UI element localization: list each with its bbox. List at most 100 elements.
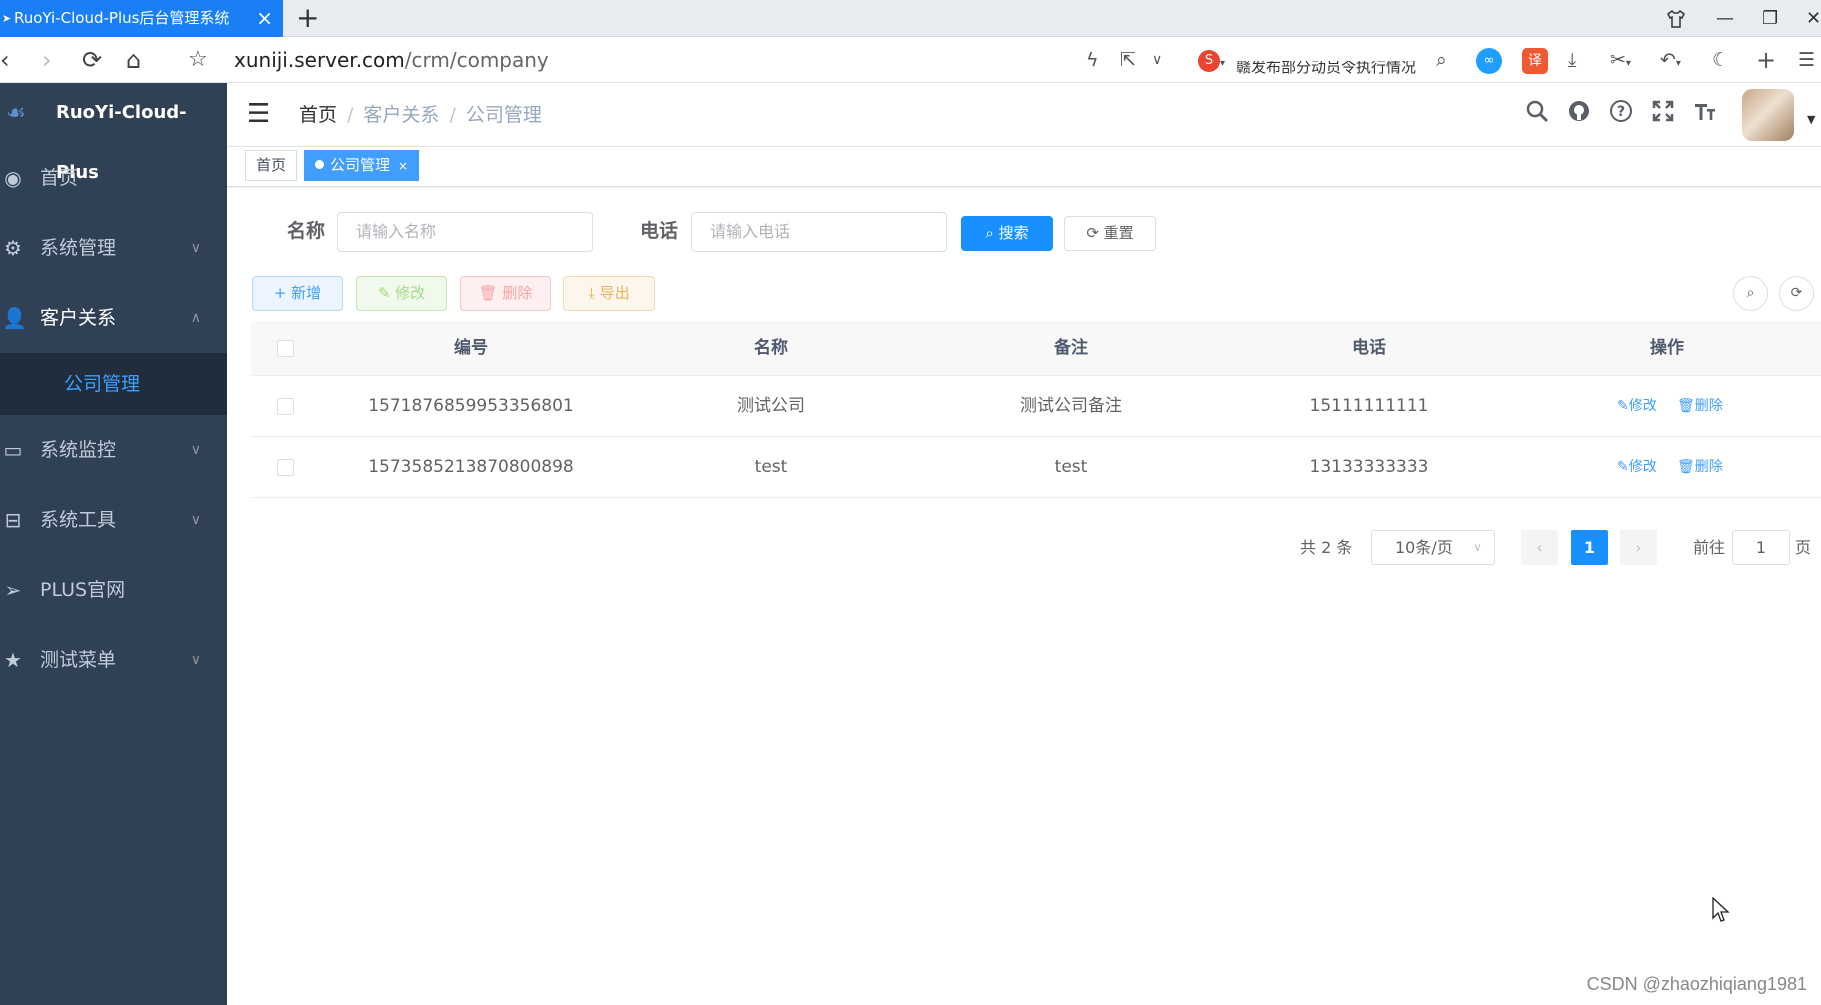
- download-icon[interactable]: ⤓: [1568, 37, 1576, 83]
- fullscreen-icon[interactable]: [1651, 99, 1675, 131]
- trash-icon: 🗑: [1677, 398, 1695, 414]
- question-icon[interactable]: ?: [1609, 99, 1633, 131]
- prev-page-button[interactable]: ‹: [1521, 530, 1558, 565]
- page-number-current[interactable]: 1: [1571, 530, 1608, 565]
- edit-button[interactable]: ✎ 修改: [356, 276, 447, 311]
- row-edit-link[interactable]: ✎修改: [1617, 437, 1657, 498]
- goto-page-input[interactable]: 1: [1732, 530, 1790, 565]
- browser-address-bar: ‹ › ⟳ ⌂ ☆ xuniji.server.com/crm/company …: [0, 37, 1821, 83]
- add-icon[interactable]: +: [1756, 37, 1776, 83]
- font-size-icon[interactable]: [1693, 99, 1717, 131]
- forward-icon[interactable]: ›: [42, 37, 52, 83]
- tags-view: 首页 公司管理 ×: [227, 147, 1821, 187]
- bookmark-star-icon[interactable]: ☆: [188, 37, 208, 83]
- caret-down-icon[interactable]: ▼: [1807, 113, 1815, 126]
- export-button[interactable]: ⤓ 导出: [563, 276, 655, 311]
- github-icon[interactable]: [1567, 99, 1591, 131]
- new-tab-button[interactable]: +: [296, 2, 319, 34]
- cell-id: 1573585213870800898: [368, 457, 574, 477]
- sidebar-item-plus[interactable]: ➢ PLUS官网: [0, 555, 227, 625]
- row-delete-link[interactable]: 🗑删除: [1677, 437, 1723, 498]
- goto-label: 前往: [1693, 538, 1726, 557]
- table-row[interactable]: 1573585213870800898 test test 1313333333…: [251, 437, 1821, 498]
- sidebar-item-monitor[interactable]: ▭ 系统监控 ∨: [0, 415, 227, 485]
- tab-close-icon[interactable]: ×: [256, 0, 273, 37]
- url-field[interactable]: xuniji.server.com/crm/company: [234, 37, 549, 83]
- row-edit-label: 修改: [1628, 459, 1657, 475]
- toolbox-icon: ⊟: [4, 508, 22, 532]
- breadcrumb-item: 公司管理: [465, 104, 542, 126]
- undo-icon[interactable]: ↶▾: [1660, 37, 1681, 83]
- row-delete-link[interactable]: 🗑删除: [1677, 376, 1723, 437]
- page-size-select[interactable]: 10条/页 ∨: [1371, 530, 1495, 565]
- pagination-total: 共 2 条: [1300, 538, 1353, 557]
- tag-home[interactable]: 首页: [245, 150, 298, 181]
- breadcrumb-item[interactable]: 首页: [299, 104, 337, 126]
- scissors-icon[interactable]: ✂▾: [1610, 37, 1631, 83]
- sidebar-item-label: 客户关系: [40, 307, 117, 329]
- row-checkbox[interactable]: [277, 459, 294, 476]
- back-icon[interactable]: ‹: [0, 37, 10, 83]
- shirt-skin-icon[interactable]: [1666, 0, 1686, 37]
- add-button[interactable]: + 新增: [252, 276, 343, 311]
- toggle-search-button[interactable]: ⌕: [1733, 276, 1768, 311]
- home-icon[interactable]: ⌂: [126, 37, 141, 83]
- refresh-icon: ⟳: [1086, 224, 1099, 242]
- sidebar-logo[interactable]: ☙ RuoYi-Cloud-Plus: [0, 83, 227, 183]
- breadcrumb-item: 客户关系: [363, 104, 440, 126]
- extension-infinity-icon[interactable]: ∞: [1476, 37, 1502, 83]
- sogou-search-icon[interactable]: S ▾: [1198, 37, 1225, 83]
- search-button[interactable]: ⌕ 搜索: [961, 216, 1053, 251]
- table-row[interactable]: 1571876859953356801 测试公司 测试公司备注 15111111…: [251, 376, 1821, 437]
- menu-icon[interactable]: ☰: [1798, 37, 1815, 83]
- sidebar-item-home[interactable]: ◉ 首页: [0, 143, 227, 213]
- name-input[interactable]: 请输入名称: [337, 212, 593, 252]
- hamburger-icon[interactable]: ☰: [247, 99, 270, 129]
- tag-company[interactable]: 公司管理 ×: [304, 150, 420, 181]
- translate-icon[interactable]: 译: [1522, 37, 1548, 83]
- search-icon: ⌕: [985, 224, 994, 242]
- chevron-down-icon: ∨: [190, 652, 201, 668]
- phone-input[interactable]: 请输入电话: [691, 212, 947, 252]
- lightning-icon[interactable]: ϟ: [1086, 37, 1099, 83]
- user-icon: 👤: [2, 306, 27, 330]
- breadcrumb-separator: /: [347, 104, 354, 126]
- sidebar-item-label: PLUS官网: [40, 579, 126, 601]
- sidebar-item-test[interactable]: ★ 测试菜单 ∨: [0, 625, 227, 695]
- sidebar-item-label: 系统工具: [40, 509, 117, 531]
- column-header: 备注: [1054, 338, 1088, 358]
- minimize-icon[interactable]: —: [1716, 0, 1734, 37]
- window-close-icon[interactable]: ✕: [1806, 0, 1821, 37]
- browser-tab-active[interactable]: ➤ RuoYi-Cloud-Plus后台管理系统 ×: [0, 0, 283, 37]
- delete-button-label: 删除: [502, 284, 533, 302]
- restore-icon[interactable]: ❐: [1762, 0, 1778, 37]
- sidebar-item-crm[interactable]: 👤 客户关系 ∧: [0, 283, 227, 353]
- search-icon[interactable]: [1525, 99, 1549, 131]
- avatar[interactable]: [1742, 89, 1794, 141]
- search-icon[interactable]: ⌕: [1436, 37, 1447, 83]
- sidebar-item-label: 系统管理: [40, 237, 117, 259]
- sidebar-item-tools[interactable]: ⊟ 系统工具 ∨: [0, 485, 227, 555]
- share-icon[interactable]: ⇱: [1120, 37, 1136, 83]
- close-icon[interactable]: ×: [398, 159, 408, 173]
- edit-button-label: 修改: [395, 284, 426, 302]
- row-checkbox[interactable]: [277, 398, 294, 415]
- chevron-down-icon[interactable]: ∨: [1152, 37, 1162, 83]
- news-ticker-text[interactable]: 赣发布部分动员令执行情况: [1236, 61, 1416, 75]
- tag-label: 公司管理: [330, 156, 391, 174]
- chevron-down-icon: ∨: [190, 442, 201, 458]
- active-dot-icon: [315, 160, 324, 169]
- delete-button[interactable]: 🗑 删除: [460, 276, 551, 311]
- next-page-button[interactable]: ›: [1620, 530, 1657, 565]
- cell-remark: test: [1054, 457, 1088, 477]
- select-all-checkbox[interactable]: [277, 340, 294, 357]
- sidebar-item-system[interactable]: ⚙ 系统管理 ∨: [0, 213, 227, 283]
- refresh-button[interactable]: ⟳: [1779, 276, 1814, 311]
- reset-button[interactable]: ⟳ 重置: [1064, 216, 1156, 251]
- night-mode-icon[interactable]: ☾: [1712, 37, 1729, 83]
- row-edit-link[interactable]: ✎修改: [1617, 376, 1657, 437]
- sidebar-item-company[interactable]: 公司管理: [0, 353, 227, 415]
- cell-remark: 测试公司备注: [1020, 396, 1122, 416]
- reload-icon[interactable]: ⟳: [82, 37, 102, 83]
- chevron-right-icon: ›: [1635, 538, 1642, 557]
